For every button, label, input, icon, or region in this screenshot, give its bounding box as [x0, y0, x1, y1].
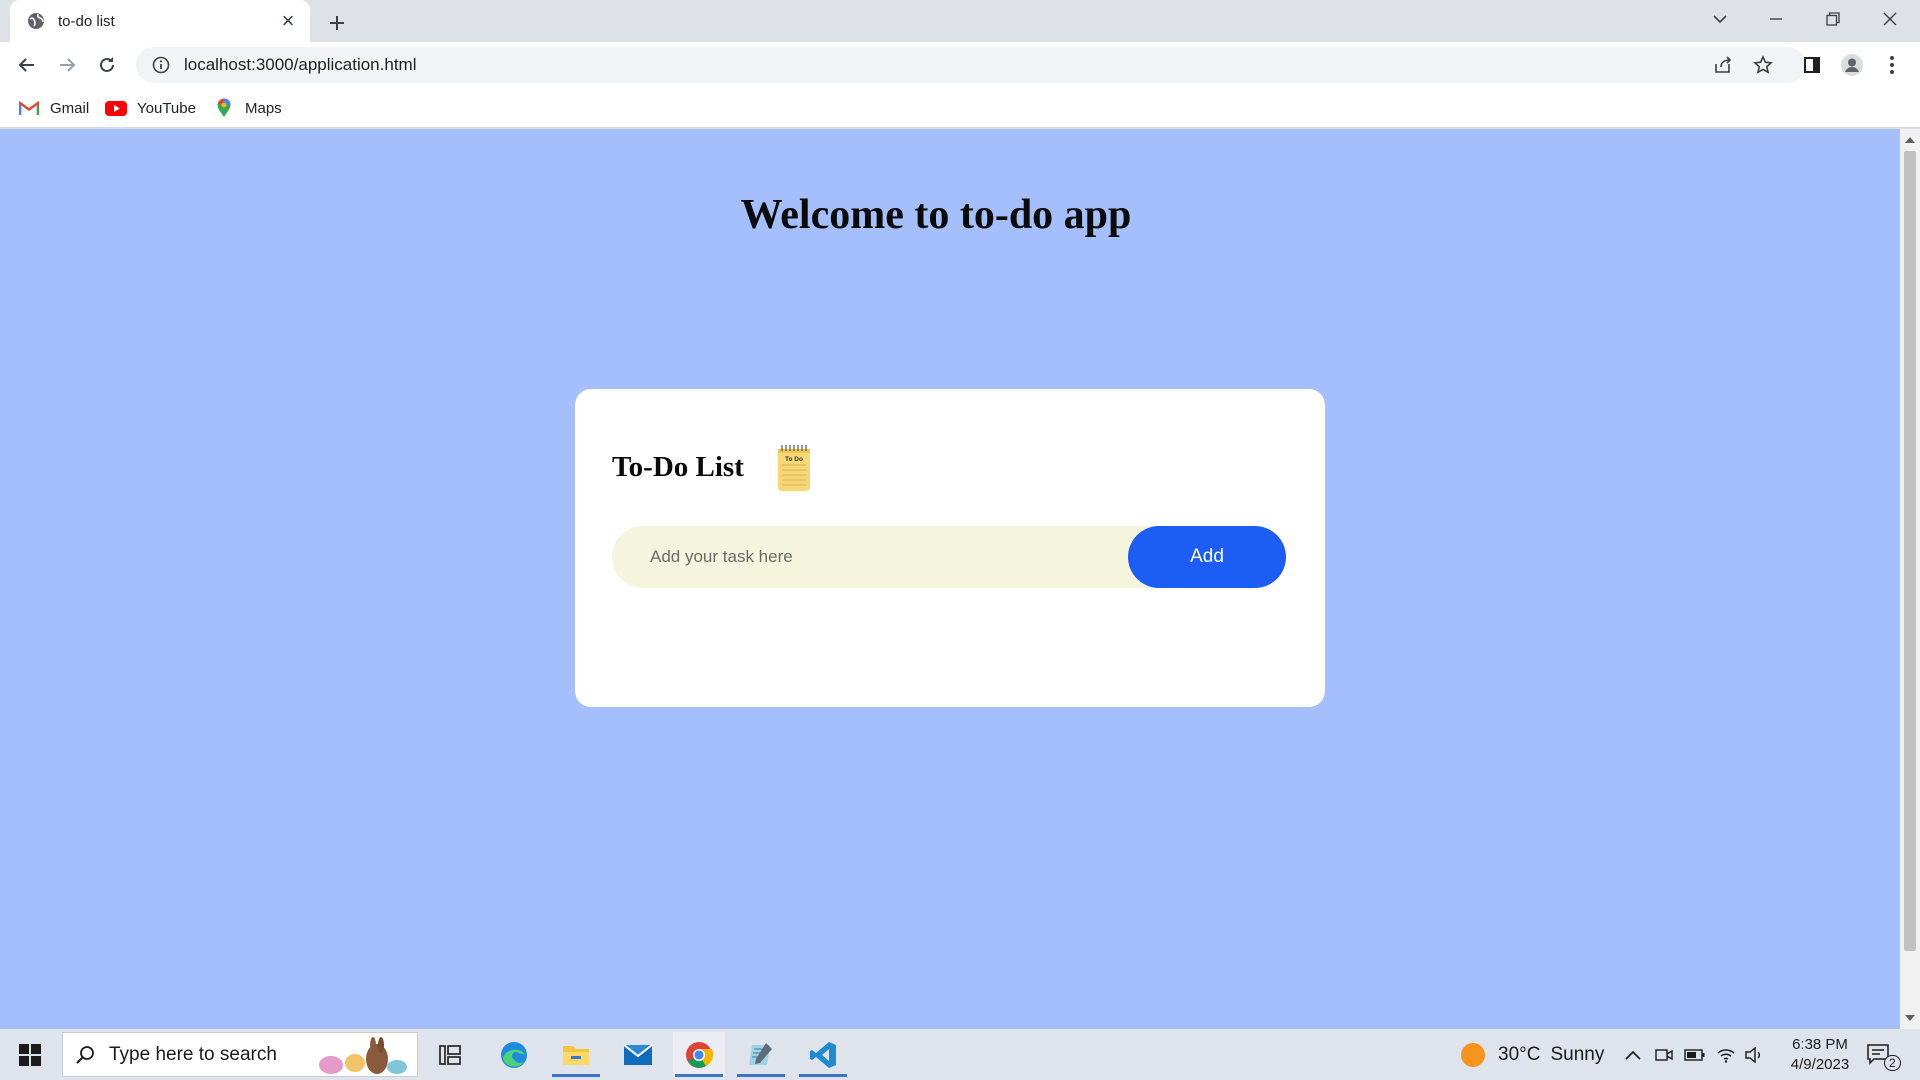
bookmark-youtube[interactable]: YouTube	[105, 96, 196, 120]
chevron-down-icon	[1713, 15, 1727, 24]
page-heading: Welcome to to-do app	[740, 192, 1132, 238]
arrow-right-icon	[60, 58, 76, 72]
bookmark-gmail[interactable]: Gmail	[18, 96, 89, 120]
taskbar-clock[interactable]: 6:38 PM 4/9/2023	[1770, 1035, 1870, 1075]
page-viewport: Welcome to to-do app To-Do List To Do Ad…	[0, 129, 1900, 1029]
taskbar-notepad[interactable]	[735, 1032, 787, 1077]
reload-icon	[100, 57, 114, 72]
wifi-icon	[1717, 1048, 1735, 1063]
speaker-icon	[1745, 1046, 1760, 1063]
task-view-button[interactable]	[424, 1032, 476, 1077]
bookmark-label: Maps	[245, 99, 282, 117]
weather-condition: Sunny	[1550, 1043, 1605, 1065]
globe-icon	[26, 11, 46, 31]
minimize-button[interactable]	[1748, 0, 1804, 38]
browser-tab[interactable]: to-do list ×	[10, 0, 310, 42]
youtube-icon	[105, 99, 127, 117]
restore-icon	[1826, 12, 1840, 26]
close-window-button[interactable]	[1862, 0, 1918, 38]
star-icon	[1753, 55, 1773, 74]
search-placeholder: Type here to search	[109, 1043, 277, 1065]
plus-icon	[330, 16, 344, 30]
notepad-icon: To Do	[778, 445, 810, 491]
page-scrollbar[interactable]	[1900, 129, 1920, 1029]
tab-close-icon[interactable]: ×	[278, 8, 298, 33]
share-icon	[1715, 56, 1732, 73]
notification-center-button[interactable]: 2	[1866, 1029, 1901, 1080]
show-hidden-icons-button[interactable]	[1624, 1029, 1642, 1080]
bookmark-maps[interactable]: Maps	[213, 96, 282, 120]
task-view-icon	[439, 1044, 461, 1065]
gmail-icon	[18, 99, 40, 117]
forward-button[interactable]	[51, 49, 83, 81]
maps-pin-icon	[213, 98, 235, 117]
battery-button[interactable]	[1684, 1029, 1706, 1080]
taskbar-search[interactable]: Type here to search	[62, 1032, 418, 1077]
new-tab-button[interactable]	[323, 9, 351, 37]
card-title: To-Do List	[612, 451, 744, 483]
back-button[interactable]	[11, 49, 43, 81]
taskbar-chrome[interactable]	[673, 1032, 725, 1077]
taskbar-file-explorer[interactable]	[550, 1032, 602, 1077]
clock-date: 4/9/2023	[1790, 1056, 1850, 1073]
profile-button[interactable]	[1836, 49, 1868, 81]
windows-taskbar: Type here to search 30°C Sunny 6:38 PM 4…	[0, 1029, 1920, 1080]
clock-time: 6:38 PM	[1792, 1036, 1848, 1053]
address-url: localhost:3000/application.html	[184, 55, 417, 74]
taskbar-edge[interactable]	[488, 1032, 540, 1077]
volume-button[interactable]	[1744, 1029, 1764, 1080]
sun-icon	[1461, 1042, 1485, 1067]
scroll-up-icon[interactable]	[1905, 135, 1915, 145]
meet-now-button[interactable]	[1655, 1029, 1673, 1080]
mail-icon	[623, 1043, 653, 1065]
minimize-icon	[1770, 18, 1782, 20]
notepad-label: To Do	[785, 456, 803, 463]
add-task-button[interactable]: Add	[1128, 526, 1286, 588]
notification-count: 2	[1884, 1054, 1901, 1071]
bookmark-star-button[interactable]	[1747, 49, 1779, 81]
network-button[interactable]	[1716, 1029, 1736, 1080]
edge-icon	[501, 1041, 527, 1068]
camera-icon	[1655, 1048, 1673, 1061]
weather-widget[interactable]: 30°C Sunny	[1460, 1029, 1604, 1080]
tab-title: to-do list	[58, 12, 115, 30]
reload-button[interactable]	[91, 49, 123, 81]
side-panel-button[interactable]	[1796, 49, 1828, 81]
easter-eggs-icon	[319, 1037, 407, 1074]
kebab-menu-icon	[1890, 56, 1894, 74]
todo-card: To-Do List To Do Add	[575, 389, 1325, 707]
battery-icon	[1684, 1048, 1705, 1061]
bookmark-label: Gmail	[50, 99, 90, 117]
restore-button[interactable]	[1805, 0, 1861, 38]
vscode-icon	[810, 1041, 836, 1068]
chrome-icon	[686, 1041, 714, 1068]
avatar-icon	[1841, 54, 1863, 76]
taskbar-mail[interactable]	[612, 1032, 664, 1077]
chevron-up-icon	[1625, 1050, 1641, 1060]
tab-search-button[interactable]	[1692, 0, 1748, 38]
info-icon[interactable]	[152, 56, 170, 74]
bookmarks-bar: Gmail YouTube Maps	[0, 88, 1920, 128]
folder-icon	[563, 1045, 589, 1065]
bookmark-label: YouTube	[137, 99, 196, 117]
notepad-app-icon	[749, 1042, 772, 1065]
task-entry-row: Add	[612, 526, 1286, 588]
taskbar-vscode[interactable]	[797, 1032, 849, 1077]
windows-icon	[19, 1044, 41, 1066]
share-button[interactable]	[1707, 49, 1739, 81]
menu-button[interactable]	[1876, 49, 1908, 81]
close-icon	[1883, 12, 1897, 26]
task-input[interactable]	[612, 526, 1132, 588]
arrow-left-icon	[18, 58, 34, 72]
browser-toolbar: localhost:3000/application.html	[0, 42, 1920, 88]
search-icon	[76, 1045, 94, 1064]
scroll-down-icon[interactable]	[1905, 1013, 1915, 1023]
start-button[interactable]	[10, 1039, 50, 1071]
weather-temp: 30°C	[1498, 1043, 1541, 1065]
side-panel-icon	[1804, 57, 1820, 73]
scrollbar-thumb[interactable]	[1904, 151, 1916, 951]
tab-strip: to-do list ×	[0, 0, 1920, 42]
address-bar[interactable]: localhost:3000/application.html	[136, 47, 1806, 83]
